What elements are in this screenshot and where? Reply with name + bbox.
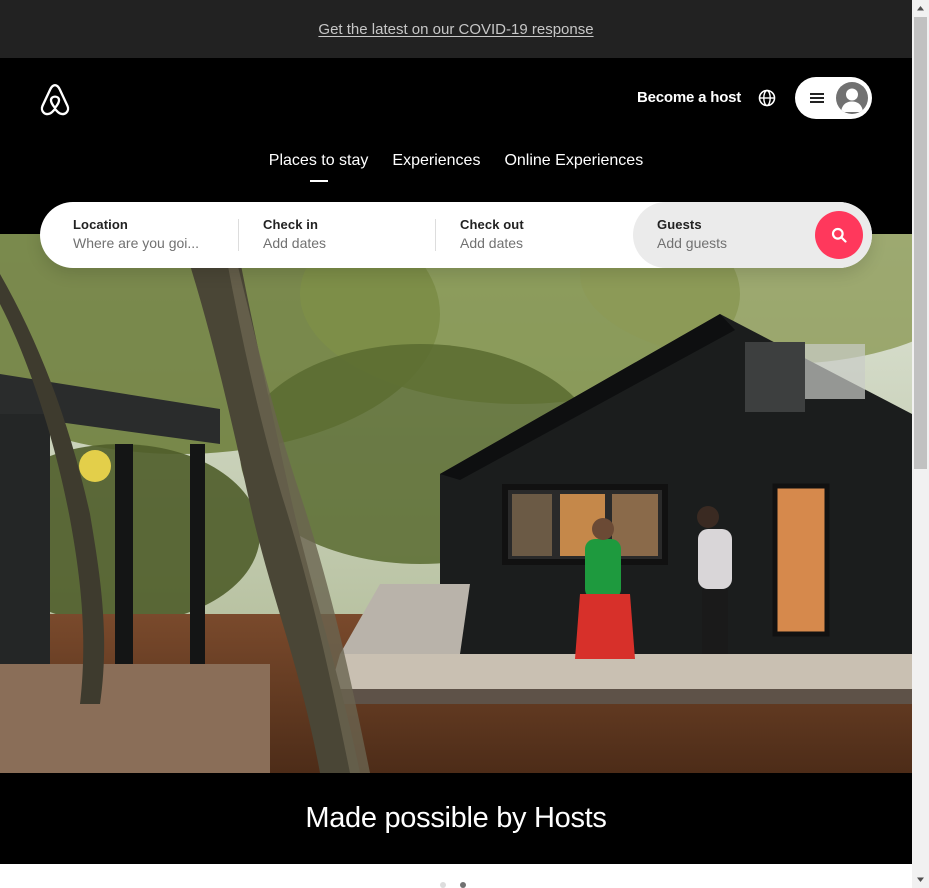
carousel-dot[interactable] <box>440 882 446 888</box>
tab-online-experiences[interactable]: Online Experiences <box>492 150 655 182</box>
hero-caption: Made possible by Hosts <box>305 802 607 834</box>
airbnb-logo-icon[interactable] <box>38 82 72 118</box>
hamburger-menu-icon <box>809 91 825 105</box>
user-menu-button[interactable] <box>795 77 872 119</box>
page: Get the latest on our COVID-19 response … <box>0 0 912 888</box>
scroll-up-arrow-icon[interactable] <box>912 0 929 17</box>
tab-bar: Places to stay Experiences Online Experi… <box>0 150 912 182</box>
carousel-dot-active[interactable] <box>460 882 466 888</box>
covid-response-link[interactable]: Get the latest on our COVID-19 response <box>318 21 593 38</box>
check-out-field[interactable]: Check out Add dates <box>435 202 632 268</box>
check-out-value: Add dates <box>460 235 524 251</box>
check-in-field[interactable]: Check in Add dates <box>238 202 435 268</box>
tab-experiences[interactable]: Experiences <box>380 150 492 182</box>
tab-places-to-stay[interactable]: Places to stay <box>257 150 381 182</box>
scroll-down-arrow-icon[interactable] <box>912 871 929 888</box>
hero-caption-band: Made possible by Hosts <box>0 773 912 864</box>
scrollbar-thumb[interactable] <box>914 17 927 469</box>
search-icon <box>831 227 847 243</box>
location-input[interactable]: Where are you goi... <box>73 235 238 251</box>
vertical-scrollbar[interactable] <box>912 0 929 888</box>
search-button[interactable] <box>815 211 863 259</box>
check-in-label: Check in <box>263 217 318 232</box>
user-avatar-icon <box>836 82 868 114</box>
become-a-host-link[interactable]: Become a host <box>627 86 751 110</box>
globe-icon[interactable] <box>756 87 778 109</box>
location-label: Location <box>73 217 128 232</box>
carousel-dots <box>440 882 466 888</box>
search-bar: Location Where are you goi... Check in A… <box>40 202 872 268</box>
covid-banner: Get the latest on our COVID-19 response <box>0 0 912 58</box>
location-field[interactable]: Location Where are you goi... <box>40 202 238 268</box>
check-out-label: Check out <box>460 217 524 232</box>
hero-image <box>0 234 912 773</box>
check-in-value: Add dates <box>263 235 327 251</box>
